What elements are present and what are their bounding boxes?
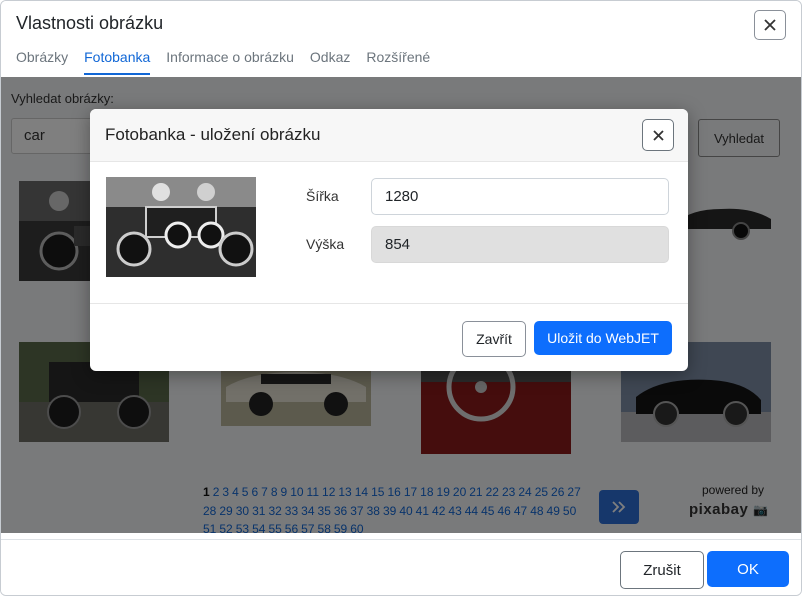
image-properties-dialog: Vlastnosti obrázku Obrázky Fotobanka Inf…	[0, 0, 802, 596]
dialog-footer: Zrušit OK	[1, 539, 801, 595]
tab-images[interactable]: Obrázky	[16, 49, 68, 75]
modal-close-button[interactable]	[642, 119, 674, 151]
dialog-title: Vlastnosti obrázku	[16, 13, 164, 33]
width-label: Šířka	[306, 188, 339, 204]
height-label: Výška	[306, 236, 345, 252]
dialog-close-button[interactable]	[754, 10, 786, 40]
ok-button[interactable]: OK	[707, 551, 789, 587]
close-icon	[764, 19, 776, 31]
tab-advanced[interactable]: Rozšířené	[366, 49, 430, 75]
save-image-modal: Fotobanka - uložení obrázku Šířka 1280 V…	[90, 109, 688, 371]
cancel-button[interactable]: Zrušit	[620, 551, 704, 589]
vintage-car-preview	[106, 177, 256, 277]
modal-header: Fotobanka - uložení obrázku	[90, 109, 688, 162]
close-icon	[652, 129, 664, 141]
tab-bar: Obrázky Fotobanka Informace o obrázku Od…	[16, 49, 430, 75]
tab-link[interactable]: Odkaz	[310, 49, 350, 75]
modal-title: Fotobanka - uložení obrázku	[105, 125, 321, 144]
save-to-webjet-button[interactable]: Uložit do WebJET	[534, 321, 672, 355]
height-input: 854	[371, 226, 669, 263]
dialog-header: Vlastnosti obrázku Obrázky Fotobanka Inf…	[1, 1, 801, 77]
image-preview	[106, 177, 256, 277]
modal-divider	[90, 303, 688, 304]
width-input[interactable]: 1280	[371, 178, 669, 215]
tab-photobank[interactable]: Fotobanka	[84, 49, 151, 75]
modal-close-text-button[interactable]: Zavřít	[462, 321, 526, 357]
tab-image-info[interactable]: Informace o obrázku	[166, 49, 294, 75]
